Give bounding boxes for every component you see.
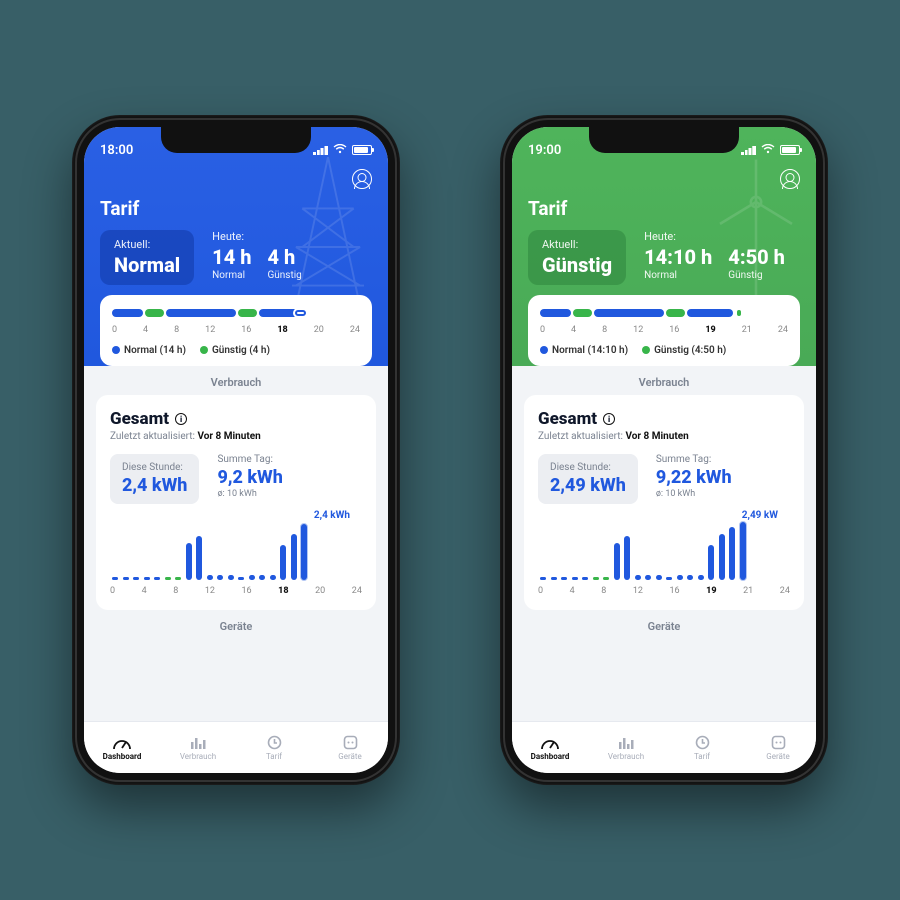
section-devices: Geräte (512, 610, 816, 639)
legend-cheap: Günstig (4 h) (200, 345, 270, 356)
legend-normal: Normal (14:10 h) (540, 345, 628, 356)
today-cheap-sub: Günstig (267, 270, 301, 281)
info-icon[interactable]: i (175, 413, 187, 425)
battery-icon (780, 145, 800, 155)
today-normal-hours: 14 h (212, 245, 251, 269)
section-devices: Geräte (84, 610, 388, 639)
clock-icon (264, 735, 284, 751)
current-tariff-box: Aktuell: Normal (100, 230, 194, 285)
tab-label: Verbrauch (608, 752, 644, 761)
current-tariff-box: Aktuell: Günstig (528, 230, 626, 285)
status-icons (313, 143, 372, 158)
profile-icon[interactable] (352, 169, 372, 189)
today-cheap-sub: Günstig (728, 270, 785, 281)
bars-icon (616, 735, 636, 751)
clock: 18:00 (100, 143, 133, 158)
phone-left: 18:00 Tarif Aktuell: Normal Heute: (72, 115, 400, 785)
tab-tariff[interactable]: Tarif (236, 722, 312, 773)
tabbar: Dashboard Verbrauch Tarif Geräte (512, 721, 816, 773)
tab-dashboard[interactable]: Dashboard (84, 722, 160, 773)
plug-icon (340, 735, 360, 751)
tab-usage[interactable]: Verbrauch (160, 722, 236, 773)
updated-value: Vor 8 Minuten (625, 431, 688, 442)
day-sum-label: Summe Tag: (217, 454, 282, 465)
usage-card: Gesamti Zuletzt aktualisiert: Vor 8 Minu… (524, 395, 804, 610)
today-cheap-hours: 4:50 h (728, 245, 785, 269)
tab-tariff[interactable]: Tarif (664, 722, 740, 773)
bars-icon (188, 735, 208, 751)
tab-label: Tarif (266, 752, 282, 761)
wifi-icon (761, 143, 775, 158)
today-normal-hours: 14:10 h (644, 245, 712, 269)
clock-icon (692, 735, 712, 751)
today-cheap-hours: 4 h (267, 245, 301, 269)
day-avg: ø: 10 kWh (217, 489, 282, 499)
signal-icon (741, 145, 756, 155)
tabbar: Dashboard Verbrauch Tarif Geräte (84, 721, 388, 773)
chart-callout: 2,49 kW (742, 510, 778, 521)
today-normal-sub: Normal (644, 270, 712, 281)
tab-label: Geräte (766, 752, 789, 761)
tab-label: Geräte (338, 752, 361, 761)
usage-card: Gesamti Zuletzt aktualisiert: Vor 8 Minu… (96, 395, 376, 610)
current-value: Günstig (542, 253, 612, 277)
status-icons (741, 143, 800, 158)
day-sum-value: 9,2 kWh (217, 467, 282, 488)
this-hour-box: Diese Stunde: 2,49 kWh (538, 454, 638, 504)
phone-right: 19:00 Tarif Aktuell: Günstig Heute: 14:1… (500, 115, 828, 785)
tariff-timeline: 0481216182024 Normal (14 h) Günstig (4 h… (100, 295, 372, 366)
legend-normal: Normal (14 h) (112, 345, 186, 356)
usage-title: Gesamt (538, 409, 597, 429)
today-label: Heute: (644, 230, 785, 243)
hourly-chart: 2,49 kW 0481216192124 (538, 512, 790, 596)
current-value: Normal (114, 253, 180, 277)
notch (589, 127, 739, 153)
updated-prefix: Zuletzt aktualisiert: (538, 431, 623, 442)
current-label: Aktuell: (542, 238, 612, 251)
gauge-icon (112, 735, 132, 751)
section-usage: Verbrauch (84, 366, 388, 395)
tariff-timeline: 0481216192124 Normal (14:10 h) Günstig (… (528, 295, 800, 366)
tab-label: Tarif (694, 752, 710, 761)
current-label: Aktuell: (114, 238, 180, 251)
day-sum-label: Summe Tag: (656, 454, 732, 465)
tab-label: Verbrauch (180, 752, 216, 761)
this-hour-label: Diese Stunde: (122, 462, 187, 473)
day-avg: ø: 10 kWh (656, 489, 732, 499)
section-usage: Verbrauch (512, 366, 816, 395)
legend-cheap: Günstig (4:50 h) (642, 345, 726, 356)
chart-callout: 2,4 kWh (314, 510, 350, 521)
wifi-icon (333, 143, 347, 158)
profile-icon[interactable] (780, 169, 800, 189)
this-hour-value: 2,4 kWh (122, 475, 187, 496)
tab-label: Dashboard (103, 752, 142, 761)
gauge-icon (540, 735, 560, 751)
today-label: Heute: (212, 230, 302, 243)
this-hour-value: 2,49 kWh (550, 475, 626, 496)
this-hour-label: Diese Stunde: (550, 462, 626, 473)
day-sum-value: 9,22 kWh (656, 467, 732, 488)
updated-value: Vor 8 Minuten (197, 431, 260, 442)
page-title: Tarif (100, 197, 372, 220)
tab-label: Dashboard (531, 752, 570, 761)
battery-icon (352, 145, 372, 155)
this-hour-box: Diese Stunde: 2,4 kWh (110, 454, 199, 504)
tab-devices[interactable]: Geräte (312, 722, 388, 773)
clock: 19:00 (528, 143, 561, 158)
tab-usage[interactable]: Verbrauch (588, 722, 664, 773)
notch (161, 127, 311, 153)
tab-devices[interactable]: Geräte (740, 722, 816, 773)
today-normal-sub: Normal (212, 270, 251, 281)
info-icon[interactable]: i (603, 413, 615, 425)
usage-title: Gesamt (110, 409, 169, 429)
signal-icon (313, 145, 328, 155)
page-title: Tarif (528, 197, 800, 220)
hourly-chart: 2,4 kWh 0481216182024 (110, 512, 362, 596)
updated-prefix: Zuletzt aktualisiert: (110, 431, 195, 442)
plug-icon (768, 735, 788, 751)
tab-dashboard[interactable]: Dashboard (512, 722, 588, 773)
